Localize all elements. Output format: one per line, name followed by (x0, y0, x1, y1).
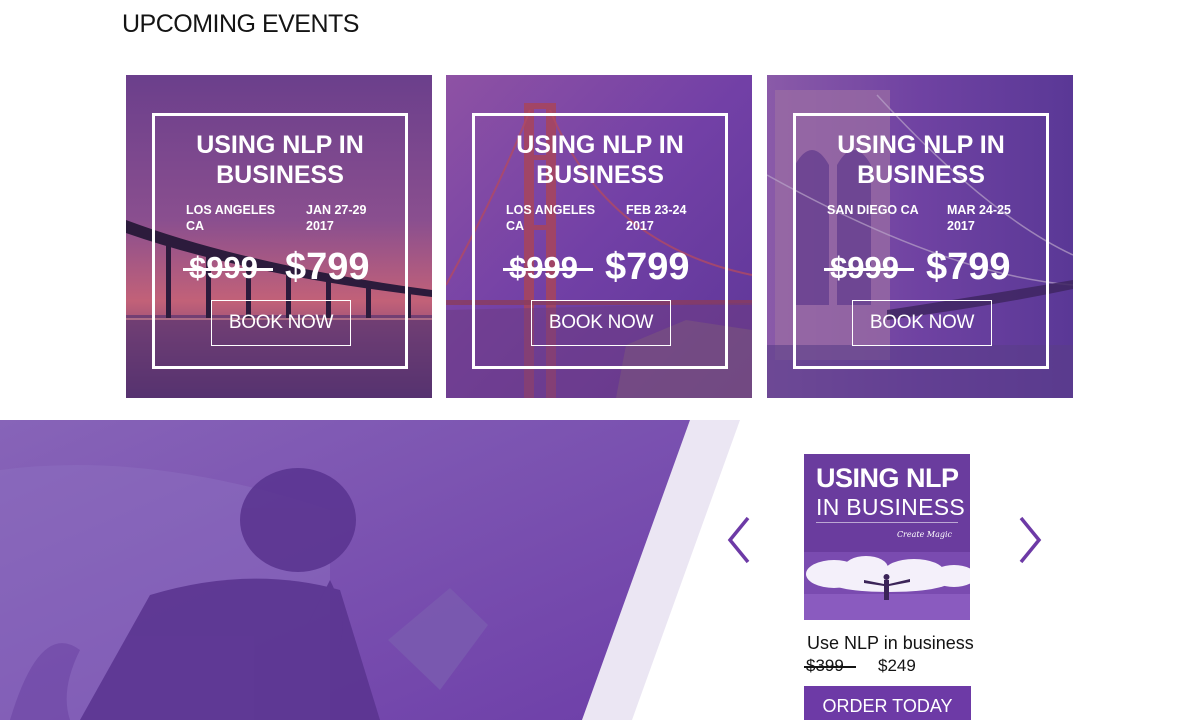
strikethrough-line (503, 268, 593, 271)
promo-banner (0, 420, 1200, 720)
event-title: USING NLP IN BUSINESS (516, 131, 684, 189)
event-old-price: $999 (183, 250, 273, 286)
event-frame: USING NLP IN BUSINESS SAN DIEGO CA MAR 2… (793, 113, 1049, 369)
event-new-price: $799 (605, 246, 690, 288)
book-cover-subtitle: IN BUSINESS (816, 494, 966, 520)
product-new-price: $249 (878, 656, 916, 675)
product-old-price: $399 (804, 656, 856, 676)
event-new-price: $799 (926, 246, 1011, 288)
event-new-price: $799 (285, 246, 370, 288)
book-now-button[interactable]: BOOK NOW (531, 300, 671, 346)
book-cover-clouds-image (804, 552, 970, 620)
event-frame: USING NLP IN BUSINESS LOS ANGELES CA FEB… (472, 113, 728, 369)
event-old-price: $999 (503, 250, 593, 286)
event-location: SAN DIEGO CA (827, 203, 919, 217)
event-title: USING NLP IN BUSINESS (837, 131, 1005, 189)
event-title: USING NLP IN BUSINESS (196, 131, 364, 189)
event-location: LOS ANGELES CA (506, 203, 596, 233)
event-old-price: $999 (824, 250, 914, 286)
book-cover-tagline: Create Magic (896, 530, 952, 539)
order-today-button[interactable]: ORDER TODAY (804, 686, 971, 720)
product-name[interactable]: Use NLP in business (807, 633, 974, 654)
chevron-right-icon[interactable] (1017, 515, 1043, 565)
strikethrough-line (804, 666, 856, 668)
book-cover-title: USING NLP (816, 463, 959, 493)
book-now-button[interactable]: BOOK NOW (211, 300, 351, 346)
chevron-left-icon[interactable] (726, 515, 752, 565)
book-now-button[interactable]: BOOK NOW (852, 300, 992, 346)
event-location: LOS ANGELES CA (186, 203, 276, 233)
event-date: JAN 27-29 2017 (306, 203, 367, 233)
event-card: USING NLP IN BUSINESS SAN DIEGO CA MAR 2… (767, 75, 1073, 398)
strikethrough-line (824, 268, 914, 271)
book-cover-divider (816, 522, 958, 523)
strikethrough-line (183, 268, 273, 271)
event-card: USING NLP IN BUSINESS LOS ANGELES CA JAN… (126, 75, 432, 398)
event-card: USING NLP IN BUSINESS LOS ANGELES CA FEB… (446, 75, 752, 398)
book-cover-image[interactable]: USING NLP IN BUSINESS Create Magic (804, 454, 970, 620)
event-date: FEB 23-24 2017 (626, 203, 687, 233)
page: UPCOMING EVENTS USING NLP IN BUSINESS LO… (0, 0, 1200, 720)
section-title: UPCOMING EVENTS (122, 10, 359, 38)
promo-background-image (0, 420, 740, 720)
event-frame: USING NLP IN BUSINESS LOS ANGELES CA JAN… (152, 113, 408, 369)
event-date: MAR 24-25 2017 (947, 203, 1011, 233)
